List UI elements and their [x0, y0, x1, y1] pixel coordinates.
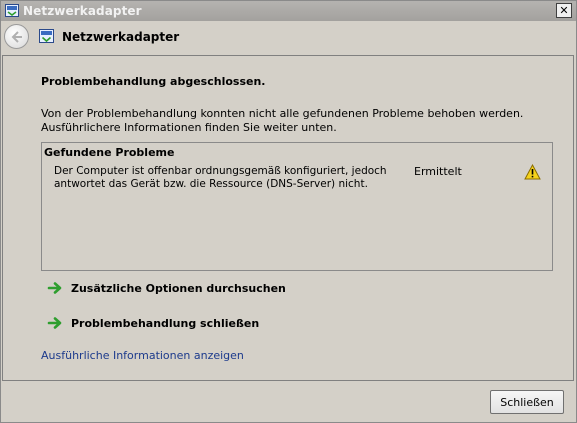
option-more-options[interactable]: Zusätzliche Optionen durchsuchen — [47, 279, 286, 297]
page-heading: Problembehandlung abgeschlossen. — [41, 75, 266, 88]
problem-description: Der Computer ist offenbar ordnungsgemäß … — [54, 165, 387, 190]
back-arrow-icon — [11, 31, 22, 43]
troubleshooter-window: Netzwerkadapter ✕ Netzwerkadapter Proble… — [0, 0, 577, 423]
navigation-bar: Netzwerkadapter — [1, 21, 576, 53]
nav-title: Netzwerkadapter — [62, 30, 180, 44]
found-problems-title: Gefundene Probleme — [44, 146, 175, 159]
close-icon: ✕ — [559, 4, 569, 17]
found-problems-box: Gefundene Probleme Der Computer ist offe… — [41, 142, 553, 271]
window-title: Netzwerkadapter — [23, 4, 142, 18]
network-adapter-icon — [39, 29, 54, 43]
window-close-button[interactable]: ✕ — [556, 3, 572, 18]
close-button[interactable]: Schließen — [490, 390, 564, 414]
title-bar[interactable]: Netzwerkadapter ✕ — [1, 1, 576, 21]
network-adapter-icon — [5, 4, 19, 17]
green-arrow-icon — [47, 282, 62, 294]
problem-status: Ermittelt — [414, 165, 462, 178]
show-details-link[interactable]: Ausführliche Informationen anzeigen — [41, 349, 244, 362]
green-arrow-icon — [47, 317, 62, 329]
content-panel: Problembehandlung abgeschlossen. Von der… — [2, 55, 574, 381]
warning-icon — [524, 164, 541, 180]
option-more-options-label: Zusätzliche Optionen durchsuchen — [71, 281, 286, 295]
option-close-troubleshooter[interactable]: Problembehandlung schließen — [47, 314, 259, 332]
option-close-troubleshooter-label: Problembehandlung schließen — [71, 316, 260, 330]
back-button[interactable] — [4, 24, 29, 49]
result-description: Von der Problembehandlung konnten nicht … — [41, 107, 524, 134]
